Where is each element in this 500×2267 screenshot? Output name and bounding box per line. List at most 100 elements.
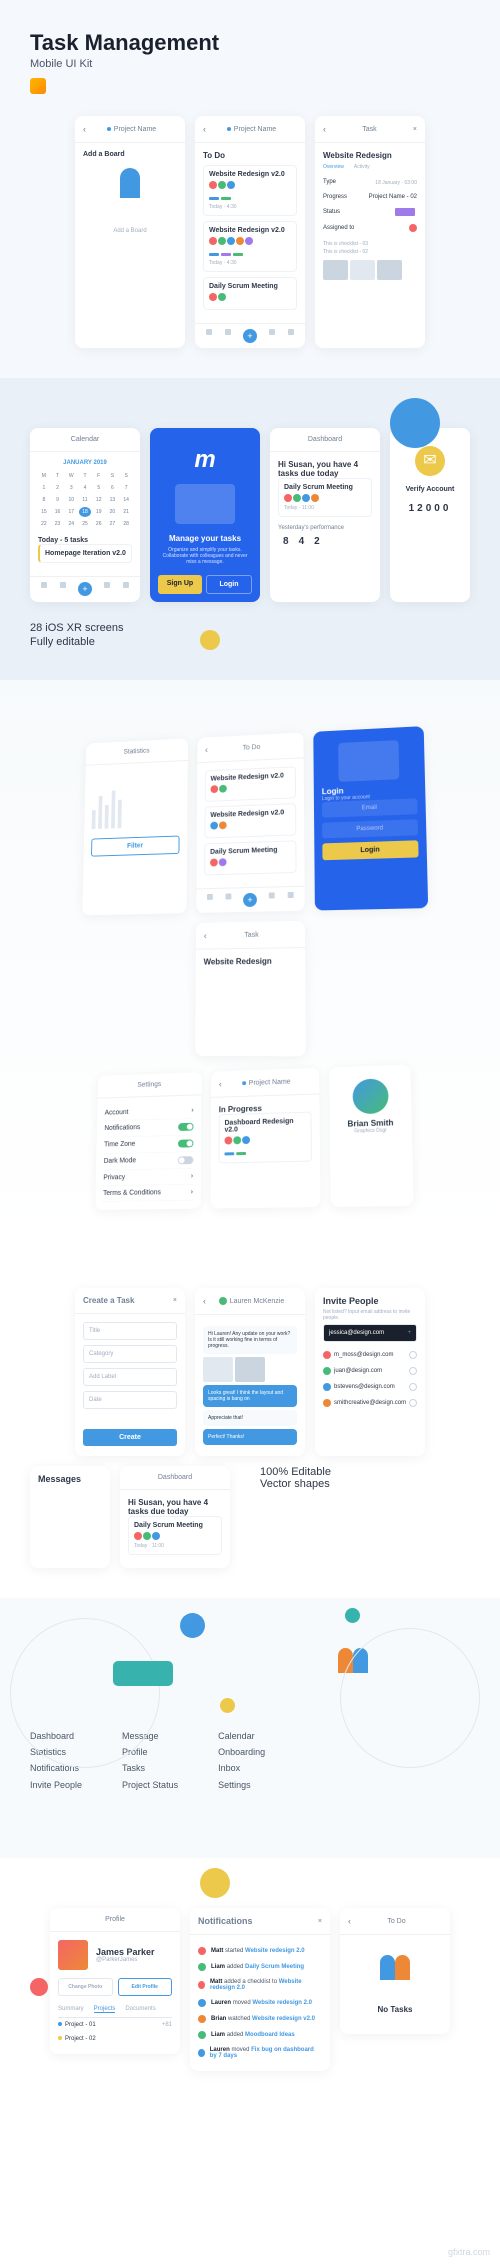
onboard-illustration	[175, 484, 235, 524]
decoration-dot	[345, 1608, 360, 1623]
screen-no-tasks: ‹To Do No Tasks	[340, 1908, 450, 2034]
tab-summary[interactable]: Summary	[58, 2006, 84, 2013]
close-icon[interactable]: ×	[413, 126, 417, 133]
screen-project-board: ‹Project Name In Progress Dashboard Rede…	[210, 1068, 320, 1209]
password-field[interactable]: Password	[322, 819, 418, 838]
settings-timezone[interactable]: Time Zone	[104, 1135, 194, 1154]
signup-button[interactable]: Sign Up	[158, 575, 202, 594]
calendar-month: JANUARY 2019	[38, 460, 132, 466]
invite-person[interactable]: m_moss@design.com	[323, 1347, 417, 1363]
project-row[interactable]: Project - 02	[58, 2032, 172, 2046]
title-field[interactable]: Title	[83, 1322, 177, 1340]
back-icon[interactable]: ‹	[323, 124, 326, 134]
filter-button[interactable]: Filter	[91, 836, 180, 857]
decoration-circle	[200, 630, 220, 650]
category-field[interactable]: Category	[83, 1345, 177, 1363]
feature-text: 28 iOS XR screens Fully editable	[30, 622, 470, 648]
date-field[interactable]: Date	[83, 1391, 177, 1409]
decoration-circle	[390, 398, 440, 448]
notification-item[interactable]: Matt added a checklist to Website redesi…	[198, 1975, 322, 1995]
hero-screens: ‹Project Name Add a Board Add a Board ‹P…	[30, 116, 470, 348]
calendar-today: Today - 5 tasks	[38, 537, 132, 544]
screen-task-redesign: ‹Task Website Redesign	[195, 921, 306, 1057]
screen-verify: ✉ Verify Account 12000	[390, 428, 470, 602]
notification-item[interactable]: Matt started Website redesign 2.0	[198, 1943, 322, 1959]
decoration-dot	[30, 1978, 48, 1996]
screen-settings: Settings Account› Notifications Time Zon…	[95, 1072, 201, 1210]
tab-documents[interactable]: Documents	[125, 2006, 155, 2013]
task-title: Website Redesign	[323, 151, 417, 160]
onboard-title: Manage your tasks	[158, 534, 252, 543]
section-calendar-dashboard: Calendar JANUARY 2019 MTWTFSS 1234567 89…	[0, 378, 500, 680]
add-board-cta[interactable]: Add a Board	[83, 228, 177, 234]
screen-dashboard-2: Dashboard Hi Susan, you have 4 tasks due…	[120, 1466, 230, 1568]
profile-handle: @ParkerJames	[96, 1957, 155, 1963]
change-photo-button[interactable]: Change Photo	[58, 1978, 113, 1996]
login-button[interactable]: Login	[206, 575, 252, 594]
verify-code[interactable]: 12000	[398, 503, 462, 514]
settings-privacy[interactable]: Privacy›	[103, 1169, 193, 1186]
notification-item[interactable]: Liam added Daily Scrum Meeting	[198, 1959, 322, 1975]
toggle-notifications	[178, 1123, 193, 1131]
sketch-icon	[30, 78, 46, 94]
no-tasks-title: No Tasks	[350, 2005, 440, 2014]
screen-calendar: Calendar JANUARY 2019 MTWTFSS 1234567 89…	[30, 428, 140, 602]
page-subtitle: Mobile UI Kit	[30, 58, 470, 70]
notification-item[interactable]: Lauren moved Website redesign 2.0	[198, 1995, 322, 2011]
screen-statistics: Statistics Filter	[82, 738, 188, 915]
tab-icon[interactable]	[269, 329, 275, 335]
project-row[interactable]: Project - 01+81	[58, 2018, 172, 2032]
add-board-title: Add a Board	[83, 151, 177, 158]
tab-overview[interactable]: Overview	[323, 164, 344, 170]
invite-person[interactable]: juan@design.com	[323, 1363, 417, 1379]
screen-chat: ‹Lauren McKenzie Hi Lauren! Any update o…	[195, 1288, 305, 1456]
tab-home-icon[interactable]	[206, 329, 212, 335]
profile-name: James Parker	[96, 1947, 155, 1957]
decoration-circle	[340, 1628, 480, 1768]
tab-icon[interactable]	[288, 329, 294, 335]
tab-activity[interactable]: Activity	[354, 164, 370, 170]
toggle-timezone	[178, 1139, 193, 1147]
chat-message: Perfect! Thanks!	[203, 1429, 297, 1445]
task-card[interactable]: Website Redesign v2.0Today · 4:30	[203, 165, 297, 216]
screen-login: Login Login to your account Email Passwo…	[313, 726, 428, 910]
back-icon[interactable]: ‹	[83, 124, 86, 134]
chat-message: Looks great! I think the layout and spac…	[203, 1385, 297, 1407]
calendar-grid[interactable]: MTWTFSS 1234567 891011121314 15161718192…	[38, 471, 132, 529]
section-notifications: Profile James Parker@ParkerJames Change …	[0, 1858, 500, 2158]
screen-todo: ‹Project Name To Do Website Redesign v2.…	[195, 116, 305, 348]
verify-title: Verify Account	[398, 486, 462, 493]
task-card[interactable]: Daily Scrum Meeting	[203, 277, 297, 310]
section-pages: DashboardStatisticsNotificationsInvite P…	[0, 1598, 500, 1858]
tab-icon[interactable]	[225, 329, 231, 335]
notification-item[interactable]: Brian watched Website redesign v2.0	[198, 2011, 322, 2027]
close-icon[interactable]: ×	[173, 1297, 177, 1304]
create-button[interactable]: Create	[83, 1429, 177, 1446]
settings-terms[interactable]: Terms & Conditions›	[103, 1185, 193, 1202]
fab-add[interactable]: +	[243, 329, 257, 343]
screen-profile-person: Brian Smith Graphics Dsgr	[329, 1064, 414, 1207]
invite-person[interactable]: bstevens@design.com	[323, 1379, 417, 1395]
settings-darkmode[interactable]: Dark Mode	[104, 1152, 194, 1171]
watermark: gfxtra.com	[448, 2247, 490, 2257]
invite-person[interactable]: smithcreative@design.com	[323, 1395, 417, 1411]
edit-profile-button[interactable]: Edit Profile	[118, 1978, 173, 1996]
chat-message: Hi Lauren! Any update on your work? Is i…	[203, 1326, 297, 1354]
task-card[interactable]: Website Redesign v2.0Today · 4:30	[203, 221, 297, 272]
notification-item[interactable]: Lauren moved Fix bug on dashboard by 7 d…	[198, 2043, 322, 2063]
decoration-dot	[180, 1613, 205, 1638]
close-icon[interactable]: ×	[318, 1918, 322, 1925]
feature-editable: 100% Editable Vector shapes	[240, 1466, 470, 1568]
back-icon[interactable]: ‹	[203, 124, 206, 134]
invite-email-field[interactable]: jessica@design.com	[329, 1330, 384, 1336]
screen-notifications: Notifications× Matt started Website rede…	[190, 1908, 330, 2071]
calendar-task[interactable]: Homepage Iteration v2.0	[45, 550, 126, 557]
notification-item[interactable]: Liam added Moodboard Ideas	[198, 2027, 322, 2043]
hero-section: Task Management Mobile UI Kit ‹Project N…	[0, 0, 500, 378]
screen-dashboard: Dashboard Hi Susan, you have 4 tasks due…	[270, 428, 380, 602]
decoration-dot	[220, 1698, 235, 1713]
invite-header: Invite People	[323, 1296, 417, 1306]
login-submit[interactable]: Login	[322, 840, 418, 860]
label-field[interactable]: Add Label	[83, 1368, 177, 1386]
tab-projects[interactable]: Projects	[94, 2006, 116, 2013]
